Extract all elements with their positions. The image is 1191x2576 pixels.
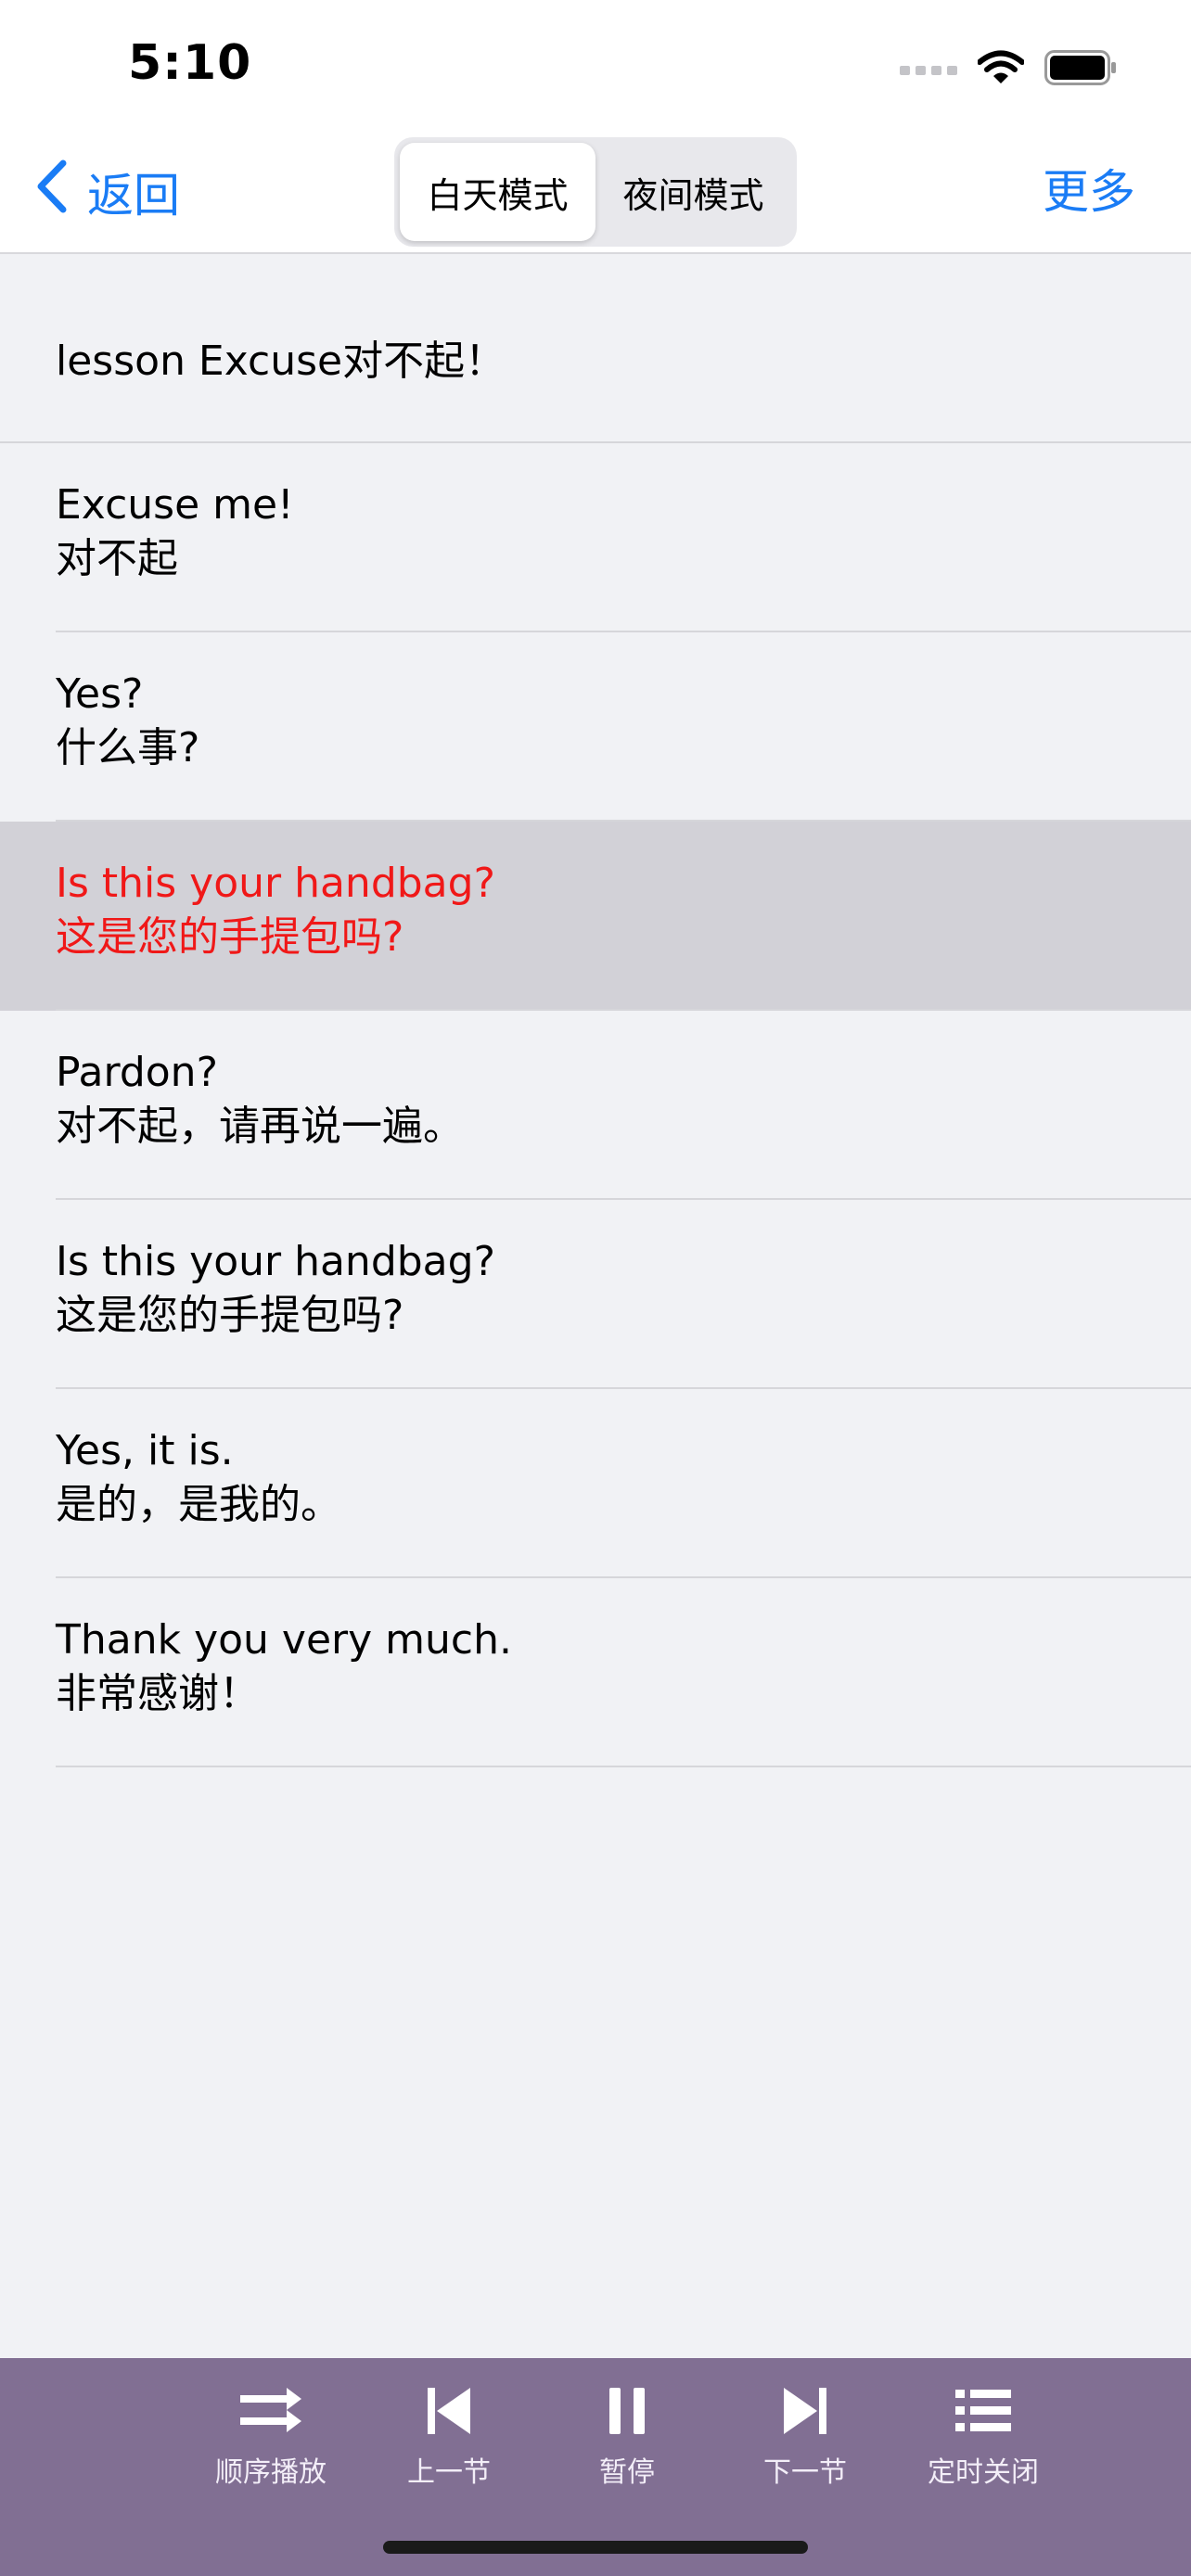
sentence-chinese: 对不起	[56, 535, 178, 582]
list-item[interactable]: Yes? 什么事?	[0, 632, 1191, 822]
battery-icon	[1044, 50, 1117, 89]
segment-day-mode[interactable]: 白天模式	[400, 143, 596, 241]
previous-section-label: 上一节	[407, 2456, 491, 2489]
list-item[interactable]: Excuse me! 对不起	[0, 443, 1191, 632]
skip-back-icon	[424, 2382, 474, 2443]
sentence-english: Pardon?	[56, 1049, 218, 1096]
lesson-title: lesson Excuse对不起！	[0, 254, 1191, 443]
wifi-icon	[977, 50, 1025, 89]
back-label: 返回	[87, 169, 180, 223]
skip-forward-icon	[780, 2382, 830, 2443]
pause-label: 暂停	[599, 2456, 655, 2489]
status-bar: 5:10	[0, 0, 1191, 130]
list-item[interactable]: Pardon? 对不起，请再说一遍。	[0, 1011, 1191, 1200]
cellular-signal-icon	[900, 58, 957, 81]
sentence-english: Yes, it is.	[56, 1427, 234, 1474]
sleep-timer-label: 定时关闭	[928, 2456, 1039, 2489]
navigation-bar: 返回 白天模式 夜间模式 更多	[0, 130, 1191, 254]
status-time: 5:10	[128, 35, 252, 91]
sentence-chinese: 是的，是我的。	[56, 1481, 341, 1528]
list-item[interactable]: Is this your handbag? 这是您的手提包吗?	[0, 1200, 1191, 1389]
home-indicator[interactable]	[383, 2541, 808, 2554]
back-button[interactable]: 返回	[35, 159, 180, 224]
list-item-current[interactable]: Is this your handbag? 这是您的手提包吗?	[0, 822, 1191, 1011]
sentence-chinese: 这是您的手提包吗?	[56, 913, 404, 961]
mode-segmented-control: 白天模式 夜间模式	[394, 137, 797, 247]
order-play-label: 顺序播放	[215, 2456, 327, 2489]
player-controls: 顺序播放 上一节 暂停 下一节 定时关闭	[182, 2382, 1072, 2490]
list-item[interactable]: Yes, it is. 是的，是我的。	[0, 1389, 1191, 1578]
order-play-button[interactable]: 顺序播放	[182, 2382, 360, 2490]
shuffle-order-icon	[238, 2382, 303, 2443]
segment-night-mode[interactable]: 夜间模式	[596, 143, 791, 241]
sentence-english: Is this your handbag?	[56, 1238, 495, 1285]
sentence-chinese: 什么事?	[56, 724, 200, 772]
sentence-english: Yes?	[56, 670, 144, 718]
sentence-english: Is this your handbag?	[56, 860, 495, 907]
next-section-button[interactable]: 下一节	[716, 2382, 894, 2490]
list-item[interactable]: Thank you very much. 非常感谢！	[0, 1578, 1191, 1767]
list-icon	[954, 2382, 1013, 2443]
sleep-timer-button[interactable]: 定时关闭	[894, 2382, 1072, 2490]
chevron-left-icon	[35, 159, 69, 224]
sentence-chinese: 对不起，请再说一遍。	[56, 1103, 464, 1150]
sentence-chinese: 非常感谢！	[56, 1670, 260, 1717]
pause-icon	[604, 2382, 650, 2443]
next-section-label: 下一节	[763, 2456, 847, 2489]
sentence-english: Thank you very much.	[56, 1616, 512, 1664]
pause-button[interactable]: 暂停	[538, 2382, 716, 2490]
status-icons	[900, 46, 1117, 93]
more-button[interactable]: 更多	[1043, 159, 1135, 224]
lesson-list: lesson Excuse对不起！ Excuse me! 对不起 Yes? 什么…	[0, 254, 1191, 1767]
sentence-chinese: 这是您的手提包吗?	[56, 1292, 404, 1339]
sentence-english: Excuse me!	[56, 481, 294, 529]
player-bar: 顺序播放 上一节 暂停 下一节 定时关闭	[0, 2358, 1191, 2576]
previous-section-button[interactable]: 上一节	[360, 2382, 538, 2490]
